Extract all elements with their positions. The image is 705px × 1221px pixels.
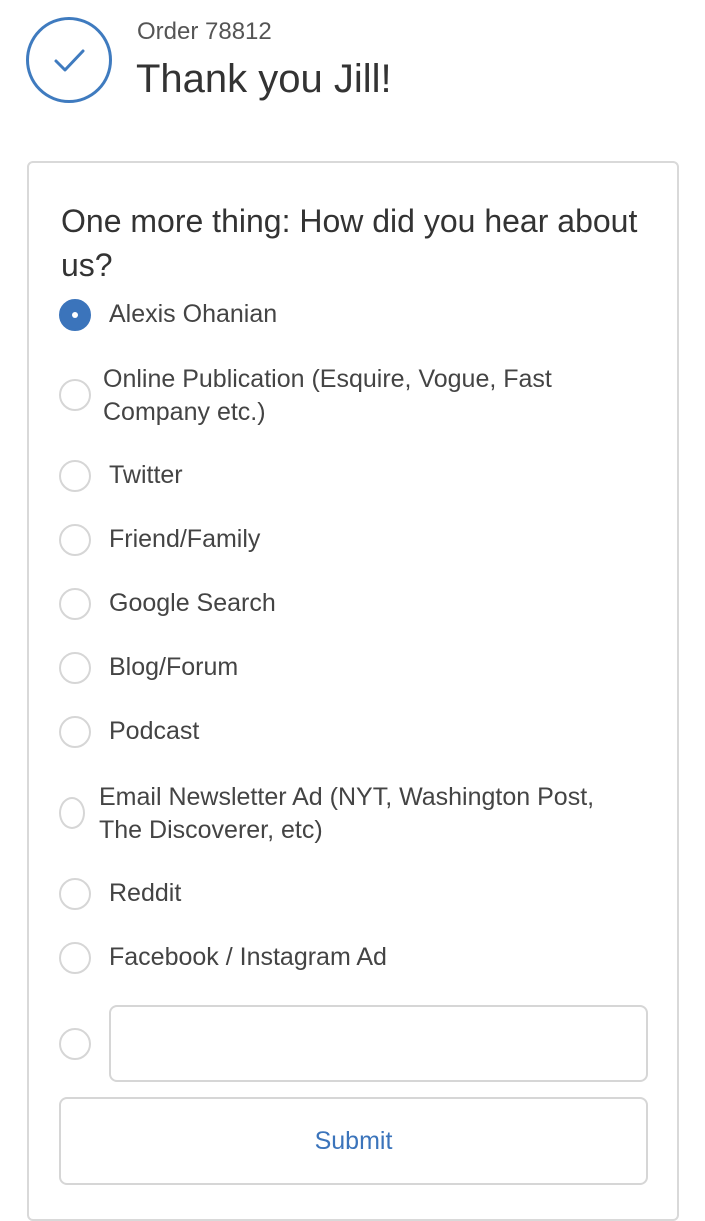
option-label-line-1: Online Publication (Esquire, Vogue, Fast	[103, 365, 552, 393]
page-title: Thank you Jill!	[136, 57, 392, 101]
option-online-publication[interactable]: Online Publication (Esquire, Vogue, Fast…	[59, 363, 649, 429]
order-number: Order 78812	[137, 18, 272, 45]
radio-button[interactable]	[59, 299, 91, 331]
option-alexis-ohanian[interactable]: Alexis Ohanian	[59, 299, 649, 331]
option-blog-forum[interactable]: Blog/Forum	[59, 652, 649, 684]
option-podcast[interactable]: Podcast	[59, 716, 649, 748]
option-label-line-2: Company etc.)	[103, 398, 266, 426]
other-answer-input[interactable]	[109, 1005, 648, 1082]
option-email-newsletter-ad[interactable]: Email Newsletter Ad (NYT, Washington Pos…	[59, 781, 649, 847]
order-header: Order 78812 Thank you Jill!	[0, 0, 705, 140]
radio-button[interactable]	[59, 460, 91, 492]
radio-button[interactable]	[59, 716, 91, 748]
radio-button[interactable]	[59, 942, 91, 974]
radio-button[interactable]	[59, 1028, 91, 1060]
option-google-search[interactable]: Google Search	[59, 588, 649, 620]
checkmark-icon	[54, 49, 85, 72]
option-label: Blog/Forum	[109, 653, 239, 681]
radio-button[interactable]	[59, 878, 91, 910]
option-label: Facebook / Instagram Ad	[109, 943, 387, 971]
option-label: Podcast	[109, 717, 200, 745]
option-friend-family[interactable]: Friend/Family	[59, 524, 649, 556]
option-label-line-2: The Discoverer, etc)	[99, 816, 323, 844]
submit-button[interactable]: Submit	[59, 1097, 648, 1185]
checkmark-circle-icon	[26, 17, 112, 103]
option-label-line-1: Email Newsletter Ad (NYT, Washington Pos…	[99, 783, 595, 811]
radio-button[interactable]	[59, 652, 91, 684]
option-label: Google Search	[109, 589, 276, 617]
radio-button[interactable]	[59, 588, 91, 620]
radio-button[interactable]	[59, 379, 91, 411]
radio-button[interactable]	[59, 524, 91, 556]
radio-dot-icon	[72, 312, 78, 318]
option-twitter[interactable]: Twitter	[59, 460, 649, 492]
option-label: Friend/Family	[109, 525, 261, 553]
option-label: Alexis Ohanian	[109, 300, 278, 328]
option-facebook-instagram-ad[interactable]: Facebook / Instagram Ad	[59, 942, 649, 974]
survey-card: One more thing: How did you hear about u…	[27, 161, 679, 1221]
option-reddit[interactable]: Reddit	[59, 878, 649, 910]
option-label: Reddit	[109, 879, 182, 907]
option-other[interactable]	[59, 1028, 99, 1060]
radio-button[interactable]	[59, 797, 85, 829]
option-label: Twitter	[109, 461, 183, 489]
survey-question: One more thing: How did you hear about u…	[61, 203, 638, 283]
